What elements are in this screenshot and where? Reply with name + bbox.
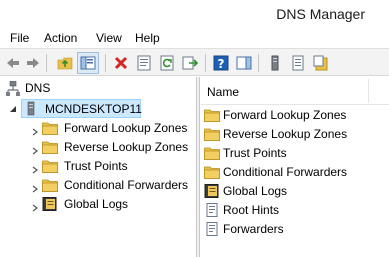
list-item[interactable]: Trust Points <box>201 144 389 163</box>
svg-text:?: ? <box>218 57 225 71</box>
tree-label: Global Logs <box>64 197 129 211</box>
folder-icon <box>204 127 220 144</box>
results-pane: Name Forward Lookup Zones Reverse Lookup … <box>201 77 389 257</box>
tree-node-trust-points[interactable]: Trust Points <box>42 158 192 175</box>
folder-icon <box>42 121 58 138</box>
window-title: DNS Manager <box>276 6 365 22</box>
list-item[interactable]: Root Hints <box>201 201 389 220</box>
tree-label: Trust Points <box>64 159 128 173</box>
expand-arrow-icon[interactable] <box>31 163 39 174</box>
toolbar-separator <box>258 54 259 72</box>
tree-node-server-selected[interactable]: MCNDESKTOP11 <box>21 99 142 118</box>
back-arrow-icon[interactable] <box>5 55 21 71</box>
page-icon <box>204 222 220 239</box>
list-icon[interactable] <box>290 55 306 71</box>
console-tree: DNS MCNDESKTOP11 Forward Lookup Zones Rev… <box>0 77 197 257</box>
list-item-label: Forward Lookup Zones <box>223 108 347 122</box>
tree-node-forward-lookup-zones[interactable]: Forward Lookup Zones <box>42 120 192 137</box>
tree-node-global-logs[interactable]: Global Logs <box>42 196 192 213</box>
log-book-icon <box>42 197 58 214</box>
folder-icon <box>42 159 58 176</box>
list-item-label: Global Logs <box>223 184 288 198</box>
list-item[interactable]: Conditional Forwarders <box>201 163 389 182</box>
toolbar-separator <box>205 54 206 72</box>
tree-node-reverse-lookup-zones[interactable]: Reverse Lookup Zones <box>42 139 192 156</box>
delete-icon[interactable] <box>113 55 129 71</box>
menu-bar: File Action View Help <box>0 28 389 48</box>
tree-label-server: MCNDESKTOP11 <box>45 102 142 116</box>
new-record-icon[interactable] <box>313 55 329 71</box>
column-divider[interactable] <box>368 79 369 103</box>
list-item-label: Conditional Forwarders <box>223 165 348 179</box>
tree-label-dns: DNS <box>25 81 51 95</box>
tree-label: Reverse Lookup Zones <box>64 140 189 154</box>
page-icon <box>204 203 220 220</box>
list-item-label: Root Hints <box>223 203 280 217</box>
list-item[interactable]: Forward Lookup Zones <box>201 106 389 125</box>
server-icon[interactable] <box>267 55 283 71</box>
expand-arrow-icon[interactable] <box>31 182 39 193</box>
menu-view[interactable]: View <box>96 31 122 45</box>
dns-icon <box>6 81 20 96</box>
tree-label: Forward Lookup Zones <box>64 121 188 135</box>
expand-arrow-icon[interactable] <box>31 125 39 136</box>
tree-node-conditional-forwarders[interactable]: Conditional Forwarders <box>42 177 192 194</box>
list-item[interactable]: Global Logs <box>201 182 389 201</box>
tree-label: Conditional Forwarders <box>64 178 189 192</box>
up-folder-icon[interactable] <box>57 55 73 71</box>
list-item-label: Reverse Lookup Zones <box>223 127 348 141</box>
folder-icon <box>204 108 220 125</box>
expand-arrow-icon[interactable] <box>31 201 39 212</box>
list-item-label: Forwarders <box>223 222 284 236</box>
properties-icon[interactable] <box>136 55 152 71</box>
log-book-icon <box>204 184 220 201</box>
folder-icon <box>204 146 220 163</box>
action-pane-icon[interactable] <box>236 55 252 71</box>
folder-icon <box>42 178 58 195</box>
folder-icon <box>42 140 58 157</box>
tree-node-dns[interactable]: DNS <box>4 80 194 97</box>
show-hide-tree-button[interactable] <box>77 52 99 74</box>
toolbar-separator <box>105 54 106 72</box>
column-header-name[interactable]: Name <box>201 77 389 105</box>
list-item[interactable]: Forwarders <box>201 220 389 239</box>
menu-file[interactable]: File <box>10 31 29 45</box>
expand-arrow-icon[interactable] <box>31 144 39 155</box>
menu-action[interactable]: Action <box>44 31 77 45</box>
folder-icon <box>204 165 220 182</box>
list-item-label: Trust Points <box>223 146 287 160</box>
forward-arrow-icon[interactable] <box>25 55 41 71</box>
title-bar: DNS Manager <box>0 0 389 28</box>
refresh-icon[interactable] <box>159 55 175 71</box>
show-hide-tree-icon <box>80 56 96 70</box>
column-header-label: Name <box>207 85 240 99</box>
collapse-arrow-icon[interactable] <box>9 105 17 113</box>
export-list-icon[interactable] <box>182 55 198 71</box>
server-icon <box>27 101 35 116</box>
menu-help[interactable]: Help <box>135 31 160 45</box>
pane-splitter[interactable] <box>197 77 200 257</box>
list-item[interactable]: Reverse Lookup Zones <box>201 125 389 144</box>
toolbar-separator <box>46 54 47 72</box>
help-icon[interactable]: ? <box>213 55 229 71</box>
toolbar: ? <box>0 48 389 76</box>
